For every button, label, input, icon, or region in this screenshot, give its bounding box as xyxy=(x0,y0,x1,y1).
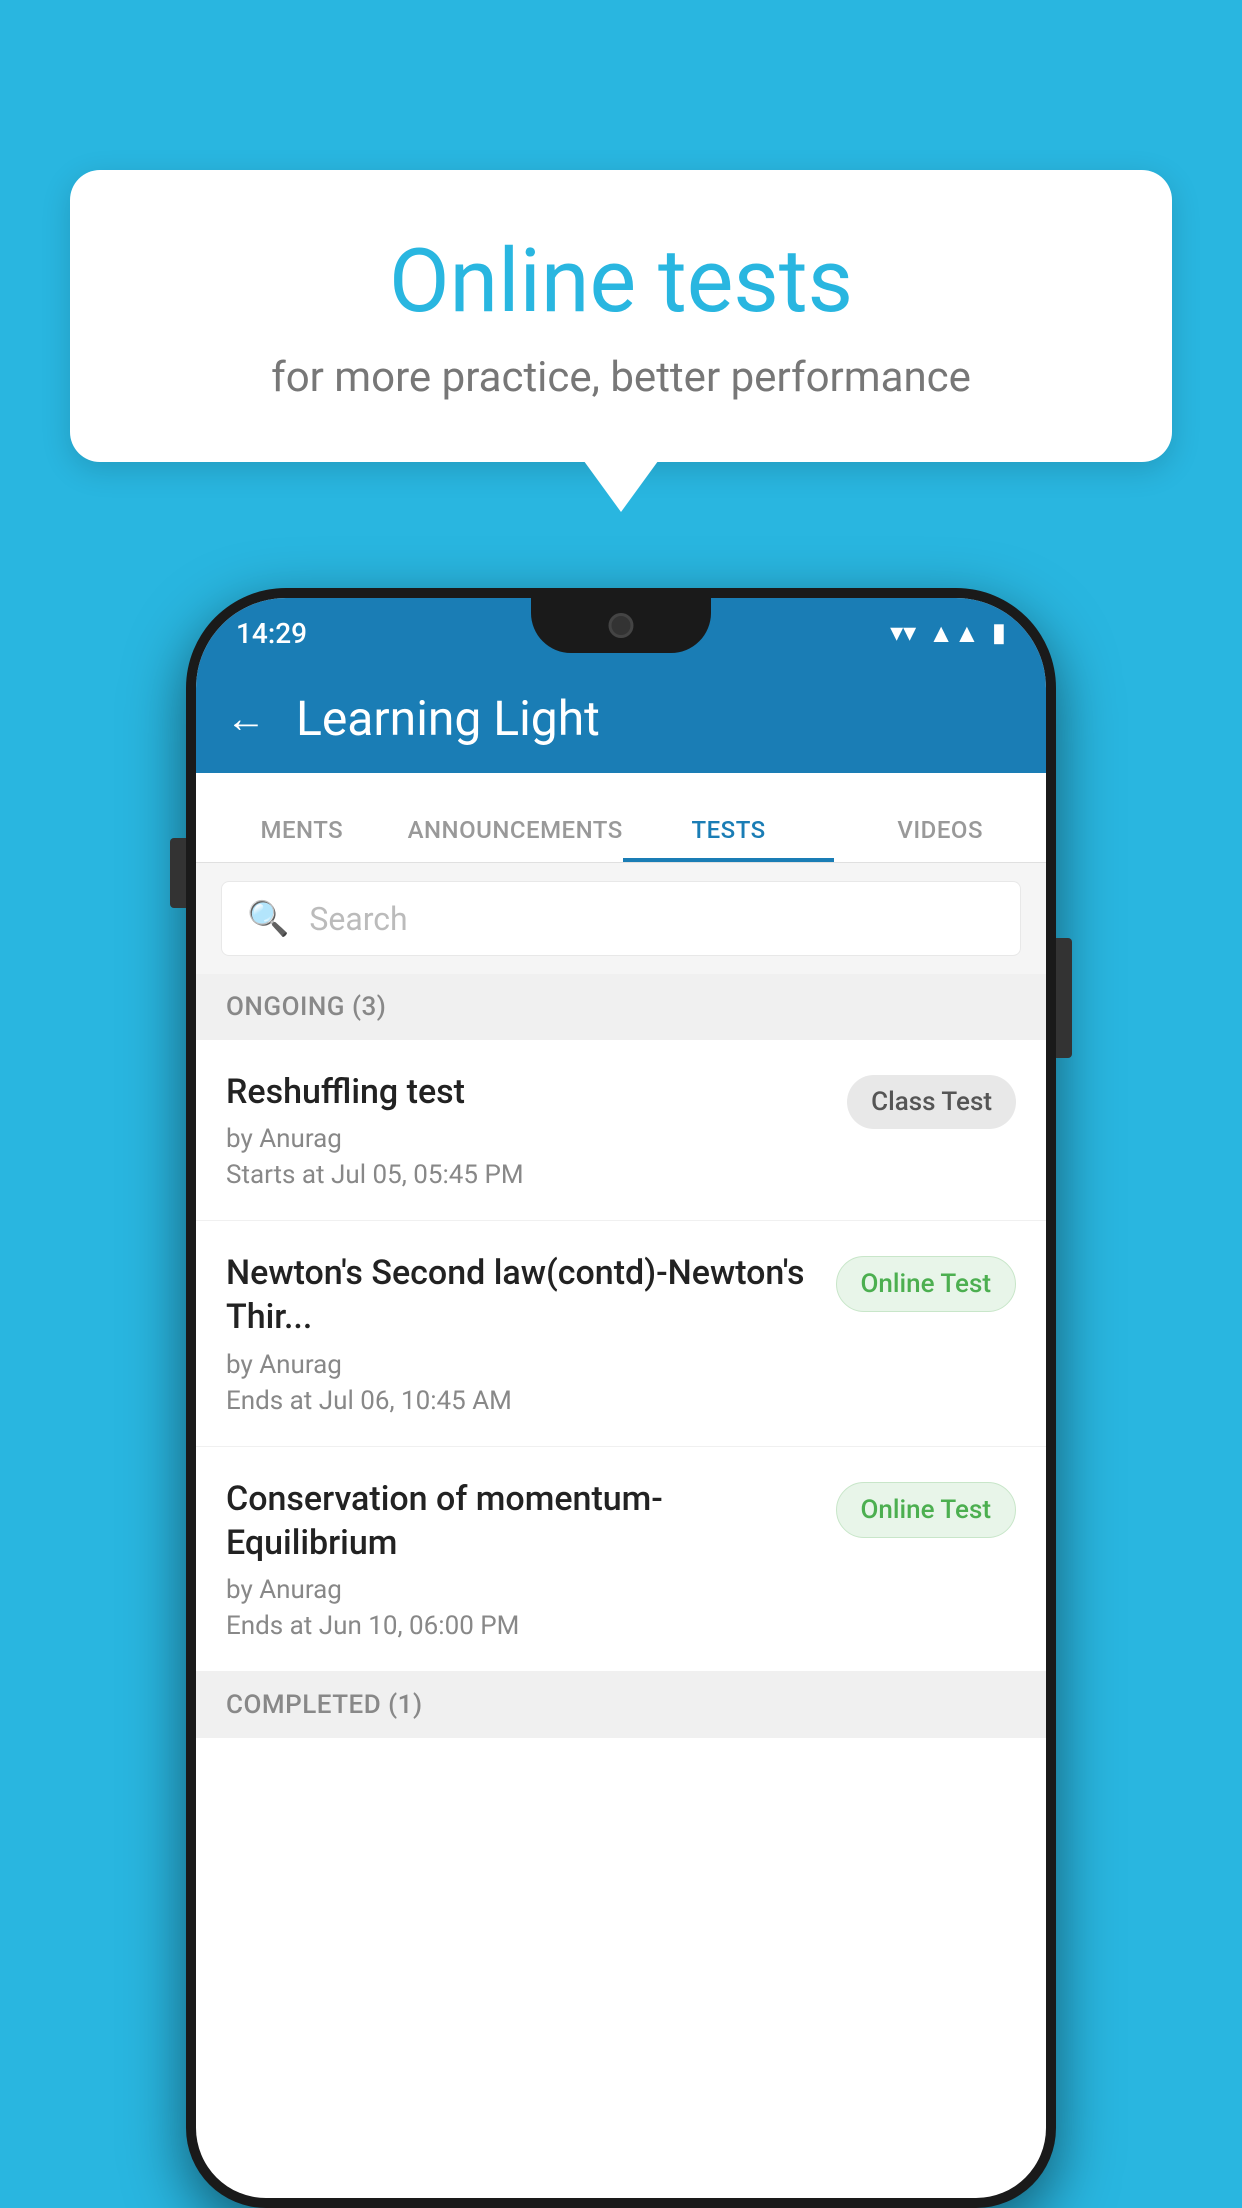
search-placeholder: Search xyxy=(309,900,407,938)
test-time-3: Ends at Jun 10, 06:00 PM xyxy=(226,1611,816,1641)
test-name-3: Conservation of momentum-Equilibrium xyxy=(226,1477,816,1565)
tests-list: Reshuffling test by Anurag Starts at Jul… xyxy=(196,1040,1046,1672)
test-info-1: Reshuffling test by Anurag Starts at Jul… xyxy=(226,1070,827,1190)
online-test-badge-1: Online Test xyxy=(836,1256,1017,1312)
wifi-icon: ▾▾ xyxy=(890,618,916,648)
tab-announcements[interactable]: ANNOUNCEMENTS xyxy=(408,816,623,862)
phone-camera xyxy=(609,613,634,638)
test-time-1: Starts at Jul 05, 05:45 PM xyxy=(226,1160,827,1190)
bubble-title: Online tests xyxy=(120,230,1122,333)
list-item[interactable]: Newton's Second law(contd)-Newton's Thir… xyxy=(196,1221,1046,1446)
search-icon: 🔍 xyxy=(247,899,289,939)
ongoing-title: ONGOING (3) xyxy=(226,992,386,1022)
tabs-container: MENTS ANNOUNCEMENTS TESTS VIDEOS xyxy=(196,773,1046,863)
test-info-3: Conservation of momentum-Equilibrium by … xyxy=(226,1477,816,1641)
tab-ments[interactable]: MENTS xyxy=(196,816,408,862)
class-test-badge: Class Test xyxy=(847,1075,1016,1129)
test-name-1: Reshuffling test xyxy=(226,1070,827,1114)
bubble-subtitle: for more practice, better performance xyxy=(120,353,1122,402)
status-time: 14:29 xyxy=(236,617,307,650)
phone-notch xyxy=(531,598,711,653)
battery-icon: ▮ xyxy=(992,618,1006,648)
test-author-1: by Anurag xyxy=(226,1124,827,1154)
volume-button xyxy=(170,838,186,908)
search-container: 🔍 Search xyxy=(196,863,1046,974)
completed-title: COMPLETED (1) xyxy=(226,1690,423,1720)
app-bar: ← Learning Light xyxy=(196,663,1046,773)
completed-section-header: COMPLETED (1) xyxy=(196,1672,1046,1738)
test-name-2: Newton's Second law(contd)-Newton's Thir… xyxy=(226,1251,816,1339)
test-author-2: by Anurag xyxy=(226,1350,816,1380)
signal-icon: ▲▲ xyxy=(928,618,979,649)
search-bar[interactable]: 🔍 Search xyxy=(221,881,1021,956)
list-item[interactable]: Reshuffling test by Anurag Starts at Jul… xyxy=(196,1040,1046,1221)
power-button xyxy=(1056,938,1072,1058)
status-icons: ▾▾ ▲▲ ▮ xyxy=(890,618,1006,649)
list-item[interactable]: Conservation of momentum-Equilibrium by … xyxy=(196,1447,1046,1672)
test-author-3: by Anurag xyxy=(226,1575,816,1605)
tab-videos[interactable]: VIDEOS xyxy=(834,816,1046,862)
app-title: Learning Light xyxy=(296,690,600,747)
ongoing-section-header: ONGOING (3) xyxy=(196,974,1046,1040)
test-info-2: Newton's Second law(contd)-Newton's Thir… xyxy=(226,1251,816,1415)
online-test-badge-2: Online Test xyxy=(836,1482,1017,1538)
tab-tests[interactable]: TESTS xyxy=(623,816,835,862)
back-button[interactable]: ← xyxy=(226,695,266,742)
speech-bubble: Online tests for more practice, better p… xyxy=(70,170,1172,462)
test-time-2: Ends at Jul 06, 10:45 AM xyxy=(226,1386,816,1416)
phone-mockup: 14:29 ▾▾ ▲▲ ▮ ← Learning Light MENTS ANN… xyxy=(186,588,1056,2208)
